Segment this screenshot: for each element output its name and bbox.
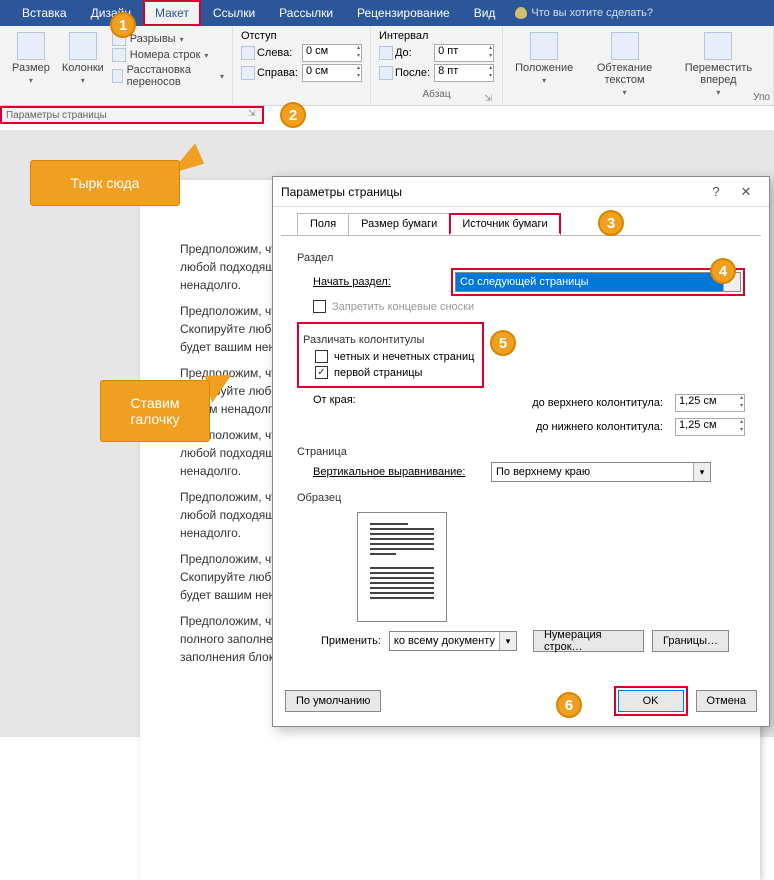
forward-icon xyxy=(704,32,732,60)
callout-click-here: Тырк сюда xyxy=(30,160,180,206)
odd-even-checkbox[interactable] xyxy=(315,350,328,363)
size-button[interactable]: Размер ▾ xyxy=(8,30,54,87)
spacing-before-input[interactable]: 0 пт xyxy=(434,44,494,62)
arrange-group-label: Упо xyxy=(753,92,770,103)
callout-badge-2: 2 xyxy=(280,102,306,128)
header-distance-input[interactable]: 1,25 см xyxy=(675,394,745,412)
page-setup-launcher[interactable]: ⇲ xyxy=(248,108,260,120)
callout-badge-5: 5 xyxy=(490,330,516,356)
from-edge-label: От края: xyxy=(297,394,447,436)
borders-button[interactable]: Границы… xyxy=(652,630,729,652)
headers-group-label: Различать колонтитулы xyxy=(303,334,474,346)
paragraph-launcher[interactable]: ⇲ xyxy=(482,93,494,105)
spacing-after-icon xyxy=(379,66,393,80)
chevron-down-icon: ▾ xyxy=(29,76,33,85)
indent-right-input[interactable]: 0 см xyxy=(302,64,362,82)
paragraph-group-label: Абзац xyxy=(423,89,451,100)
first-page-label: первой страницы xyxy=(334,367,422,379)
callout-set-checkbox: Ставим галочку xyxy=(100,380,210,442)
line-numbers-button-dlg[interactable]: Нумерация строк… xyxy=(533,630,644,652)
page-setup-dialog: Параметры страницы ? ✕ Поля Размер бумаг… xyxy=(272,176,770,727)
dialog-titlebar: Параметры страницы ? ✕ xyxy=(273,177,769,207)
bulb-icon xyxy=(515,7,527,19)
valign-label: Вертикальное выравнивание: xyxy=(313,466,483,478)
start-section-label: Начать раздел: xyxy=(313,276,443,288)
spacing-before-label: До: xyxy=(379,46,430,60)
callout-badge-3: 3 xyxy=(598,210,624,236)
indent-right-icon xyxy=(241,66,255,80)
position-button[interactable]: Положение▾ xyxy=(511,30,577,87)
line-numbers-button[interactable]: Номера строк▾ xyxy=(112,48,224,62)
tab-insert[interactable]: Вставка xyxy=(10,0,79,26)
wrap-text-button[interactable]: Обтекание текстом▾ xyxy=(581,30,668,99)
odd-even-label: четных и нечетных страниц xyxy=(334,351,474,363)
indent-left-icon xyxy=(241,46,255,60)
indent-left-input[interactable]: 0 см xyxy=(302,44,362,62)
start-section-combo[interactable]: Со следующей страницы xyxy=(455,272,741,292)
valign-combo[interactable]: По верхнему краю xyxy=(491,462,711,482)
tab-mailings[interactable]: Рассылки xyxy=(267,0,345,26)
footer-distance-input[interactable]: 1,25 см xyxy=(675,418,745,436)
dialog-title: Параметры страницы xyxy=(281,185,701,199)
ok-button[interactable]: OK xyxy=(618,690,684,712)
spacing-after-input[interactable]: 8 пт xyxy=(434,64,494,82)
spacing-title: Интервал xyxy=(379,30,494,42)
tab-references[interactable]: Ссылки xyxy=(201,0,267,26)
default-button[interactable]: По умолчанию xyxy=(285,690,381,712)
tell-me-search[interactable]: Что вы хотите сделать? xyxy=(515,7,653,19)
columns-icon xyxy=(69,32,97,60)
tab-layout[interactable]: Макет xyxy=(143,0,201,26)
position-icon xyxy=(530,32,558,60)
cancel-button[interactable]: Отмена xyxy=(696,690,757,712)
preview-thumbnail xyxy=(357,512,447,622)
spacing-before-icon xyxy=(379,46,393,60)
size-icon xyxy=(17,32,45,60)
callout-badge-4: 4 xyxy=(710,258,736,284)
ribbon-body: Размер ▾ Колонки ▾ Разрывы▾ Номера строк… xyxy=(0,26,774,106)
tab-paper-source[interactable]: Источник бумаги xyxy=(449,213,560,235)
line-numbers-icon xyxy=(112,48,126,62)
page-setup-group-label: Параметры страницы ⇲ xyxy=(0,106,264,124)
section-label: Раздел xyxy=(297,252,745,264)
preview-label: Образец xyxy=(297,492,745,504)
no-endnotes-label: Запретить концевые сноски xyxy=(332,301,474,313)
first-page-checkbox[interactable]: ✓ xyxy=(315,366,328,379)
spacing-after-label: После: xyxy=(379,66,430,80)
callout-badge-1: 1 xyxy=(110,12,136,38)
size-label: Размер xyxy=(12,62,50,74)
page-section-label: Страница xyxy=(297,446,745,458)
wrap-icon xyxy=(611,32,639,60)
tab-view[interactable]: Вид xyxy=(462,0,508,26)
tab-paper-size[interactable]: Размер бумаги xyxy=(348,213,450,235)
indent-title: Отступ xyxy=(241,30,362,42)
hyphenation-button[interactable]: Расстановка переносов▾ xyxy=(112,64,224,88)
dialog-tabs: Поля Размер бумаги Источник бумаги xyxy=(273,207,769,235)
bring-forward-button[interactable]: Переместить вперед▾ xyxy=(672,30,765,99)
header-distance-label: до верхнего колонтитула: xyxy=(463,397,667,409)
indent-right-label: Справа: xyxy=(241,66,298,80)
no-endnotes-checkbox xyxy=(313,300,326,313)
chevron-down-icon: ▾ xyxy=(81,76,85,85)
tell-me-placeholder: Что вы хотите сделать? xyxy=(531,7,653,19)
close-button[interactable]: ✕ xyxy=(731,184,761,200)
hyphenation-icon xyxy=(112,69,123,83)
columns-button[interactable]: Колонки ▾ xyxy=(58,30,108,87)
apply-to-combo[interactable]: ко всему документу xyxy=(389,631,517,651)
footer-distance-label: до нижнего колонтитула: xyxy=(463,421,667,433)
help-button[interactable]: ? xyxy=(701,184,731,199)
apply-to-label: Применить: xyxy=(321,635,381,647)
indent-left-label: Слева: xyxy=(241,46,298,60)
callout-badge-6: 6 xyxy=(556,692,582,718)
tab-review[interactable]: Рецензирование xyxy=(345,0,462,26)
tab-fields[interactable]: Поля xyxy=(297,213,349,235)
columns-label: Колонки xyxy=(62,62,104,74)
